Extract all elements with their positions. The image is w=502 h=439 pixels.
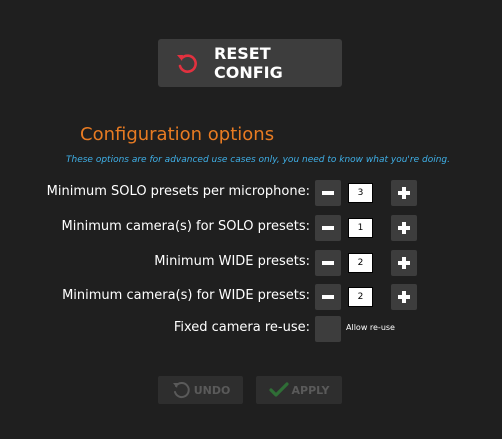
plus-icon	[398, 291, 410, 303]
reset-icon	[174, 50, 200, 76]
wide-presets-increment-button[interactable]	[391, 250, 417, 276]
apply-label: APPLY	[291, 383, 330, 397]
wide-presets-decrement-button[interactable]	[315, 250, 341, 276]
wide-cameras-row: Minimum camera(s) for WIDE presets: 2	[0, 284, 502, 310]
undo-label: UNDO	[193, 383, 231, 397]
plus-icon	[398, 257, 410, 269]
solo-presets-increment-button[interactable]	[391, 180, 417, 206]
wide-presets-value[interactable]: 2	[348, 253, 373, 273]
wide-cameras-label: Minimum camera(s) for WIDE presets:	[62, 288, 310, 303]
solo-cameras-decrement-button[interactable]	[315, 215, 341, 241]
solo-presets-label: Minimum SOLO presets per microphone:	[46, 184, 310, 199]
wide-cameras-value[interactable]: 2	[348, 287, 373, 307]
undo-icon	[172, 382, 190, 399]
solo-cameras-value[interactable]: 1	[348, 218, 373, 238]
wide-presets-label: Minimum WIDE presets:	[154, 254, 310, 269]
solo-presets-row: Minimum SOLO presets per microphone: 3	[0, 180, 502, 206]
minus-icon	[322, 191, 334, 195]
wide-cameras-decrement-button[interactable]	[315, 284, 341, 310]
plus-icon	[398, 222, 410, 234]
apply-button[interactable]: APPLY	[256, 376, 342, 404]
solo-cameras-label: Minimum camera(s) for SOLO presets:	[61, 219, 310, 234]
allow-reuse-checkbox[interactable]	[315, 316, 341, 342]
config-warning: These options are for advanced use cases…	[66, 155, 450, 165]
config-title: Configuration options	[80, 124, 275, 145]
solo-presets-value[interactable]: 3	[348, 183, 373, 203]
minus-icon	[322, 261, 334, 265]
reset-config-button[interactable]: RESET CONFIG	[158, 39, 342, 87]
camera-reuse-label: Fixed camera re-use:	[173, 320, 310, 335]
solo-cameras-increment-button[interactable]	[391, 215, 417, 241]
solo-presets-decrement-button[interactable]	[315, 180, 341, 206]
wide-cameras-increment-button[interactable]	[391, 284, 417, 310]
undo-button[interactable]: UNDO	[158, 376, 243, 404]
camera-reuse-row: Fixed camera re-use: Allow re-use	[0, 316, 502, 342]
allow-reuse-label[interactable]: Allow re-use	[346, 323, 395, 332]
minus-icon	[322, 295, 334, 299]
wide-presets-row: Minimum WIDE presets: 2	[0, 250, 502, 276]
minus-icon	[322, 226, 334, 230]
reset-config-label: RESET CONFIG	[214, 44, 283, 82]
solo-cameras-row: Minimum camera(s) for SOLO presets: 1	[0, 215, 502, 241]
checkmark-icon	[268, 382, 289, 397]
plus-icon	[398, 187, 410, 199]
